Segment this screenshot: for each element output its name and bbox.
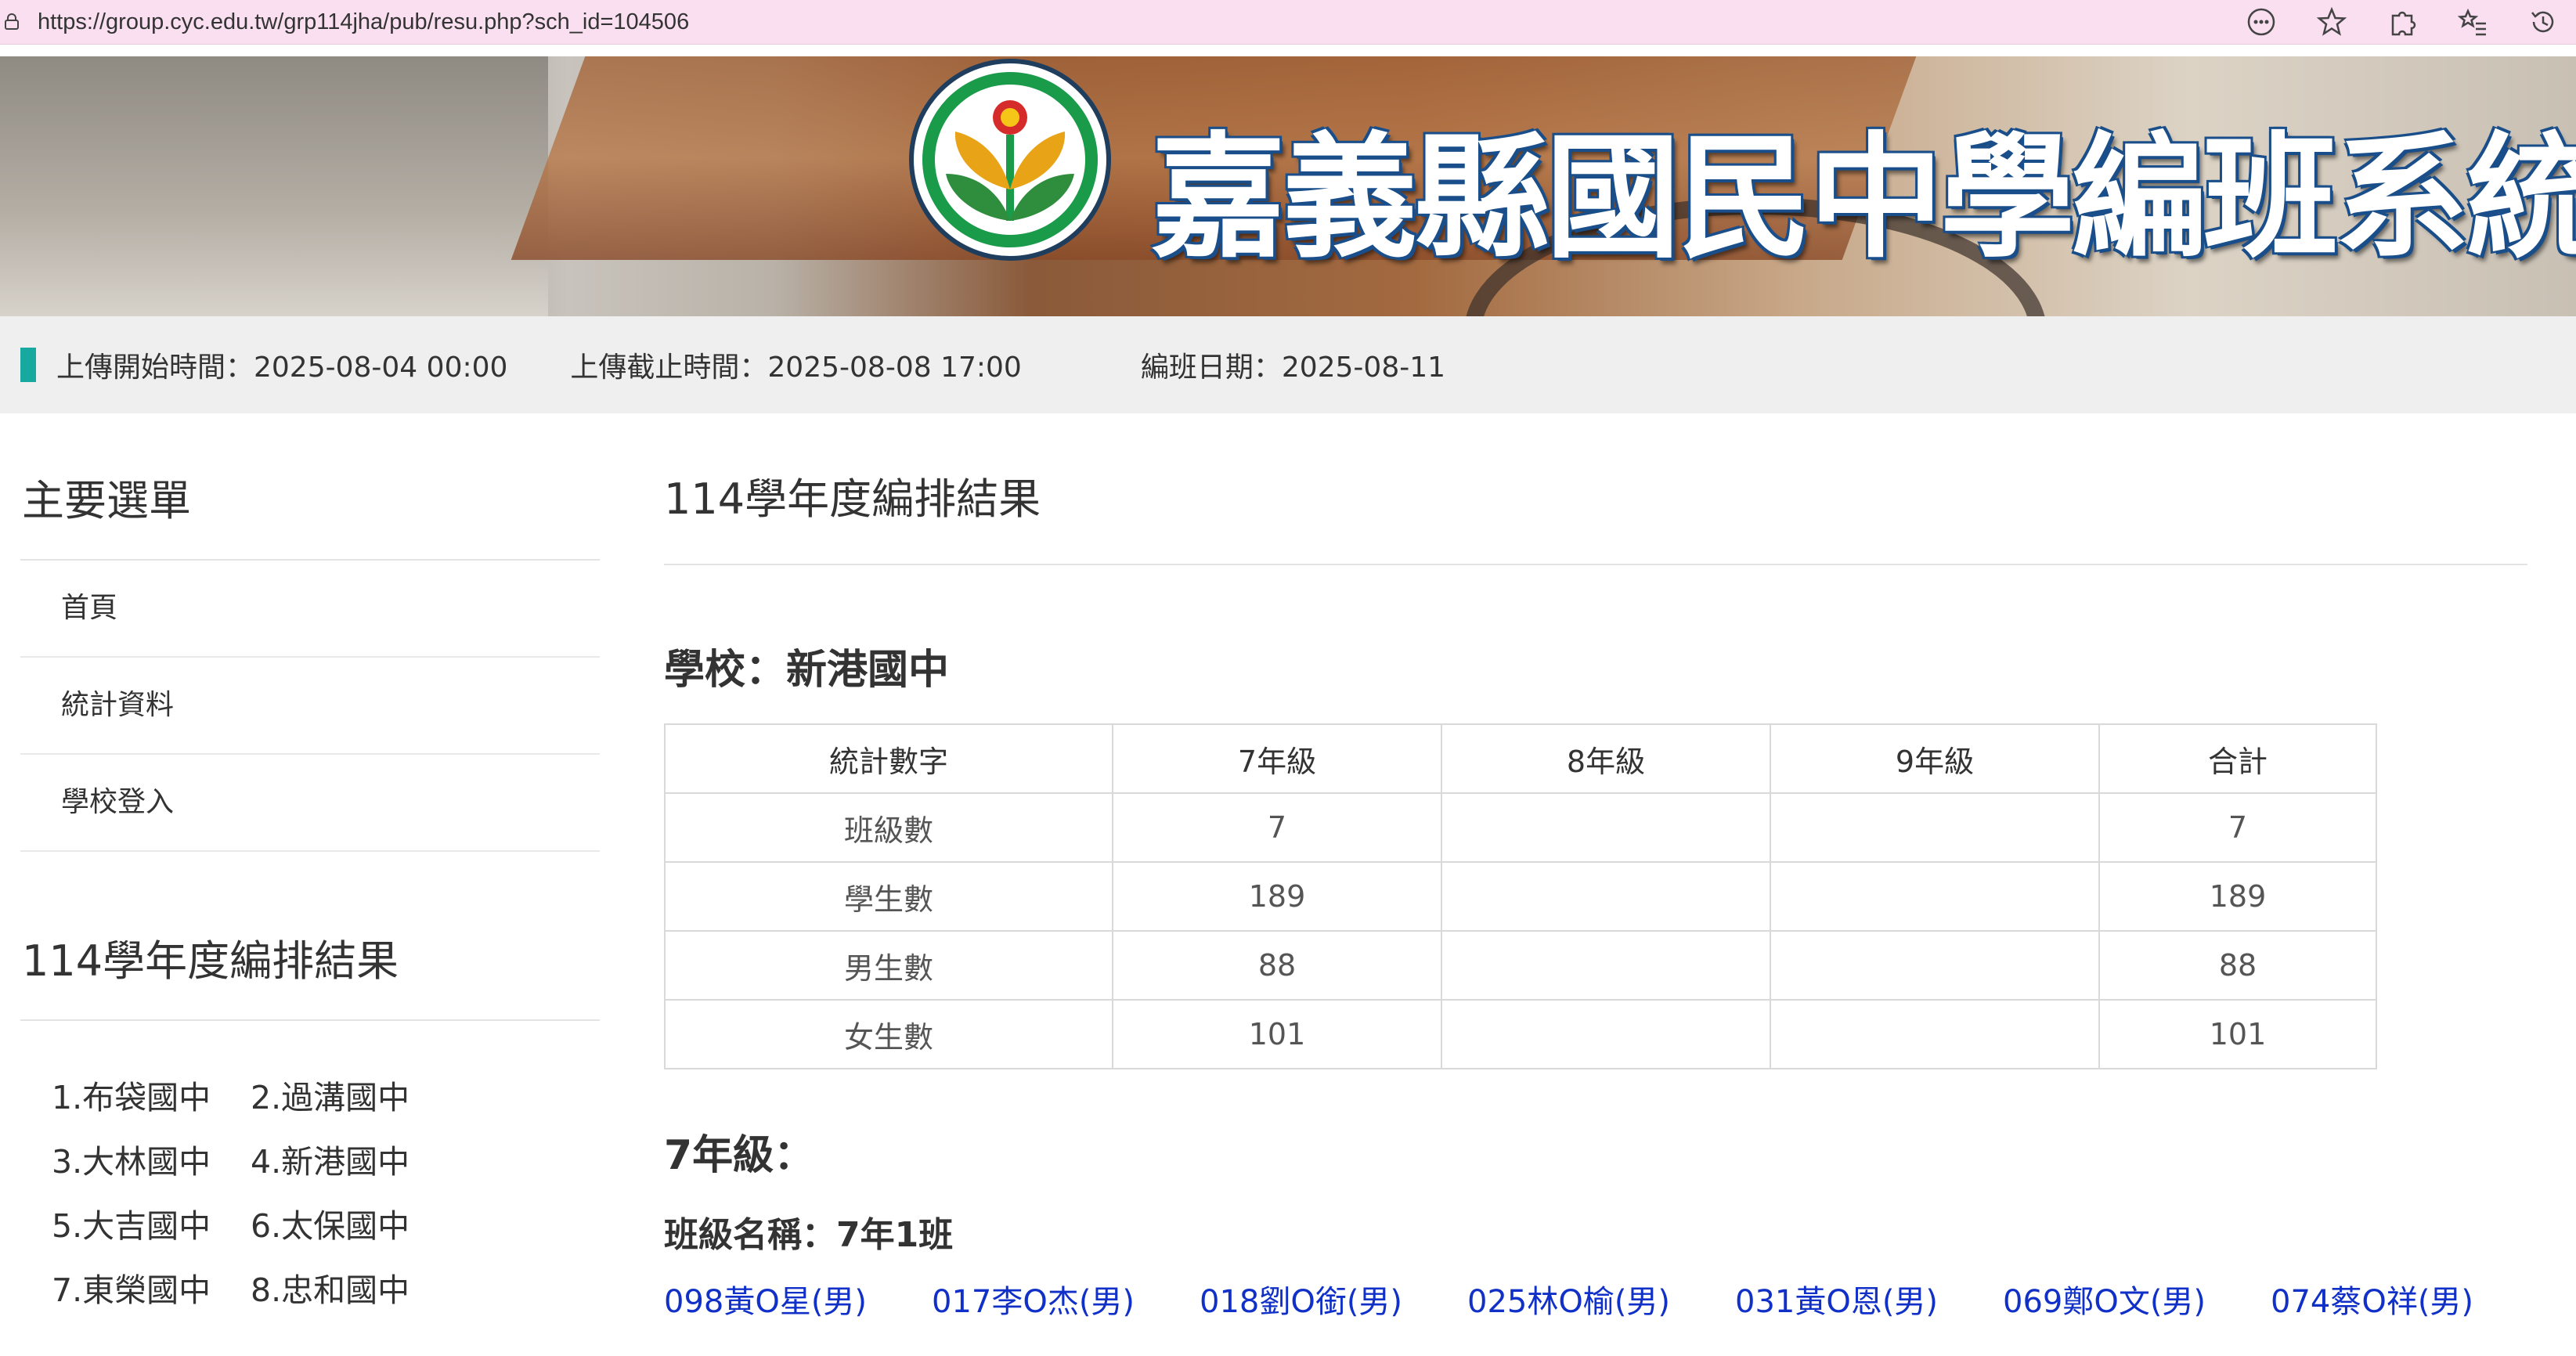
table-header: 統計數字 bbox=[664, 723, 1113, 794]
student-link[interactable]: 069鄭O文(男) bbox=[2003, 1276, 2271, 1322]
site-title: 嘉義縣國民中學編班系統 bbox=[1151, 88, 2576, 283]
school-row: 5.大吉國中 6.太保國中 bbox=[52, 1203, 600, 1267]
site-title-part1: 嘉義縣國民中學 bbox=[1151, 119, 2075, 276]
table-cell bbox=[1770, 792, 2100, 863]
table-cell bbox=[1770, 999, 2100, 1069]
table-cell: 學生數 bbox=[664, 861, 1113, 932]
county-logo-icon bbox=[909, 59, 1111, 261]
class-name-heading: 班級名稱：7年1班 bbox=[664, 1215, 954, 1255]
school-row: 3.大林國中 4.新港國中 bbox=[52, 1138, 600, 1203]
menu-item-statistics[interactable]: 統計資料 bbox=[20, 658, 600, 755]
school-link[interactable]: 5.大吉國中 bbox=[52, 1203, 251, 1250]
browser-address-bar: https://group.cyc.edu.tw/grp114jha/pub/r… bbox=[0, 0, 2576, 45]
results-divider bbox=[20, 1019, 600, 1021]
school-link[interactable]: 7.東榮國中 bbox=[52, 1267, 251, 1314]
more-options-icon[interactable] bbox=[2244, 5, 2278, 39]
class-assignment-date: 編班日期：2025-08-11 bbox=[1140, 352, 1446, 384]
table-cell bbox=[1770, 861, 2100, 932]
table-cell bbox=[1441, 999, 1771, 1069]
sidebar: 主要選單 首頁 統計資料 學校登入 114學年度編排結果 1.布袋國中 2.過溝國… bbox=[20, 438, 600, 1331]
student-link[interactable]: 098黃O星(男) bbox=[664, 1276, 932, 1322]
school-row: 1.布袋國中 2.過溝國中 bbox=[52, 1074, 600, 1138]
table-cell: 男生數 bbox=[664, 930, 1113, 1001]
page-title: 114學年度編排結果 bbox=[664, 474, 1041, 524]
student-list: 098黃O星(男) 017李O杰(男) 018劉O銜(男) 025林O榆(男) 031黃… bbox=[664, 1276, 2527, 1322]
menu-item-home[interactable]: 首頁 bbox=[20, 561, 600, 658]
upload-end-time: 上傳截止時間：2025-08-08 17:00 bbox=[570, 352, 1022, 384]
school-link[interactable]: 3.大林國中 bbox=[52, 1138, 251, 1185]
browser-toolbar bbox=[2208, 0, 2560, 44]
schedule-info-bar: 上傳開始時間：2025-08-04 00:00 上傳截止時間：2025-08-0… bbox=[0, 316, 2576, 413]
school-link[interactable]: 1.布袋國中 bbox=[52, 1074, 251, 1121]
student-link[interactable]: 031黃O恩(男) bbox=[1735, 1276, 2003, 1322]
upload-start-time: 上傳開始時間：2025-08-04 00:00 bbox=[56, 352, 508, 384]
school-row: 7.東榮國中 8.忠和國中 bbox=[52, 1267, 600, 1331]
table-header: 7年級 bbox=[1112, 723, 1442, 794]
favorite-star-icon[interactable] bbox=[2314, 5, 2349, 39]
table-row: 女生數 101 101 bbox=[664, 999, 2377, 1069]
table-cell: 班級數 bbox=[664, 792, 1113, 863]
table-cell: 7 bbox=[2098, 792, 2377, 863]
school-list: 1.布袋國中 2.過溝國中 3.大林國中 4.新港國中 5.大吉國中 6.太保國中 7… bbox=[20, 1074, 600, 1331]
favorites-list-icon[interactable] bbox=[2455, 5, 2490, 39]
table-cell bbox=[1441, 861, 1771, 932]
site-banner: 嘉義縣國民中學編班系統 bbox=[0, 56, 2576, 316]
school-link[interactable]: 2.過溝國中 bbox=[251, 1074, 449, 1121]
school-name: 學校：新港國中 bbox=[664, 647, 950, 694]
student-link[interactable]: 025林O榆(男) bbox=[1467, 1276, 1735, 1322]
site-title-part2: 編班系統 bbox=[2072, 119, 2576, 276]
table-cell bbox=[1441, 792, 1771, 863]
grade-heading: 7年級： bbox=[664, 1132, 815, 1179]
table-cell: 189 bbox=[2098, 861, 2377, 932]
student-link[interactable]: 074蔡O祥(男) bbox=[2271, 1276, 2538, 1322]
school-link[interactable]: 4.新港國中 bbox=[251, 1138, 449, 1185]
statistics-table: 統計數字 7年級 8年級 9年級 合計 班級數 7 7 學生數 189 189 … bbox=[664, 723, 2377, 1069]
table-header: 9年級 bbox=[1770, 723, 2100, 794]
table-row: 學生數 189 189 bbox=[664, 861, 2377, 932]
table-cell: 88 bbox=[1112, 930, 1442, 1001]
history-icon[interactable] bbox=[2526, 5, 2560, 39]
url-text[interactable]: https://group.cyc.edu.tw/grp114jha/pub/r… bbox=[38, 9, 689, 35]
table-cell: 7 bbox=[1112, 792, 1442, 863]
info-accent-mark bbox=[20, 348, 36, 382]
main-menu-title: 主要選單 bbox=[22, 476, 191, 525]
results-title: 114學年度編排結果 bbox=[22, 936, 399, 986]
table-cell bbox=[1441, 930, 1771, 1001]
extensions-icon[interactable] bbox=[2385, 5, 2419, 39]
student-link[interactable]: 018劉O銜(男) bbox=[1200, 1276, 1467, 1322]
title-divider bbox=[664, 564, 2527, 565]
menu-item-school-login[interactable]: 學校登入 bbox=[20, 755, 600, 852]
site-info-icon[interactable] bbox=[3, 13, 20, 31]
table-header: 合計 bbox=[2098, 723, 2377, 794]
banner-wall-background bbox=[0, 56, 548, 316]
school-link[interactable]: 6.太保國中 bbox=[251, 1203, 449, 1250]
table-cell: 女生數 bbox=[664, 999, 1113, 1069]
table-cell: 88 bbox=[2098, 930, 2377, 1001]
table-header: 8年級 bbox=[1441, 723, 1771, 794]
school-link[interactable]: 8.忠和國中 bbox=[251, 1267, 449, 1314]
student-link[interactable]: 017李O杰(男) bbox=[932, 1276, 1200, 1322]
table-cell: 101 bbox=[1112, 999, 1442, 1069]
table-cell bbox=[1770, 930, 2100, 1001]
table-cell: 189 bbox=[1112, 861, 1442, 932]
main-content: 114學年度編排結果 學校：新港國中 統計數字 7年級 8年級 9年級 合計 班… bbox=[664, 438, 2527, 1322]
table-row: 班級數 7 7 bbox=[664, 792, 2377, 863]
table-header-row: 統計數字 7年級 8年級 9年級 合計 bbox=[664, 723, 2377, 794]
table-cell: 101 bbox=[2098, 999, 2377, 1069]
table-row: 男生數 88 88 bbox=[664, 930, 2377, 1001]
